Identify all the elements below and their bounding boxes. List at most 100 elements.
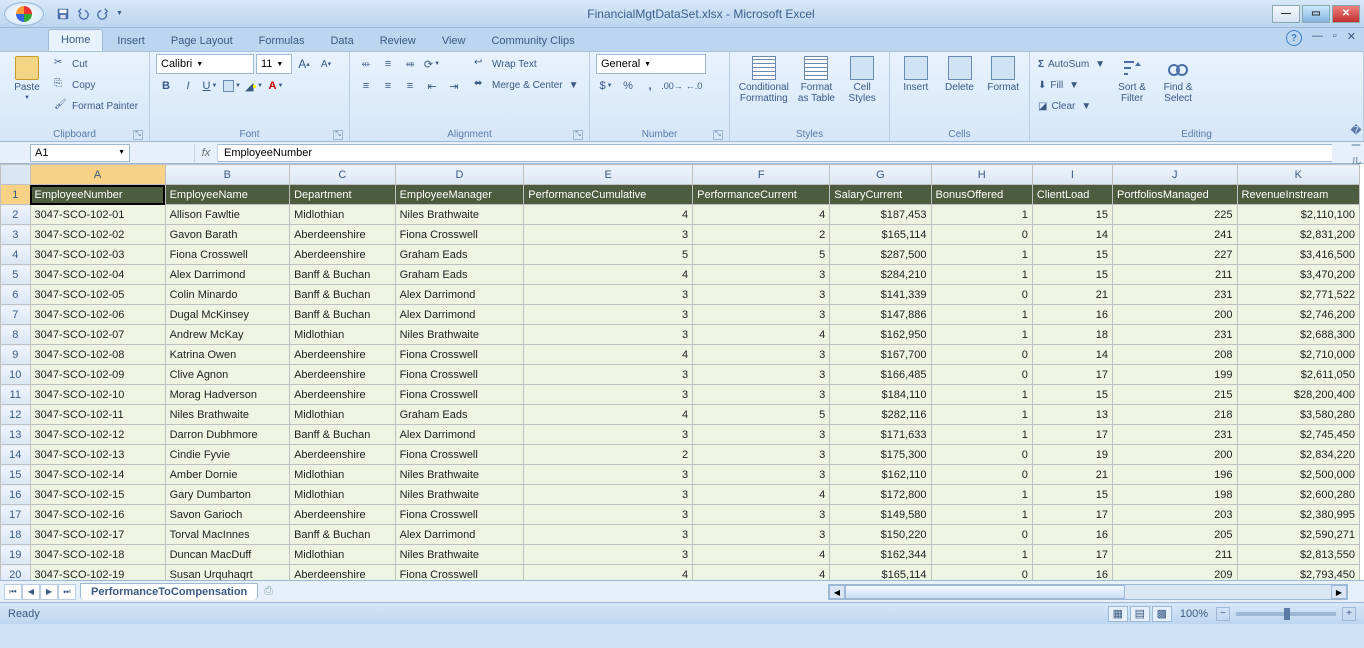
cell-H5[interactable]: 1 [931, 265, 1032, 285]
decrease-decimal-button[interactable]: ←.0 [684, 76, 704, 96]
cell-C20[interactable]: Aberdeenshire [290, 565, 396, 581]
row-header-3[interactable]: 3 [1, 225, 31, 245]
cell-I2[interactable]: 15 [1032, 205, 1112, 225]
view-layout-button[interactable]: ▤ [1130, 606, 1150, 622]
select-all-corner[interactable] [1, 165, 31, 185]
cell-G9[interactable]: $167,700 [830, 345, 931, 365]
cell-K5[interactable]: $3,470,200 [1237, 265, 1359, 285]
cell-H7[interactable]: 1 [931, 305, 1032, 325]
cell-B20[interactable]: Susan Urquhaqrt [165, 565, 290, 581]
tab-formulas[interactable]: Formulas [247, 31, 317, 51]
cell-E20[interactable]: 4 [524, 565, 693, 581]
cell-E1[interactable]: PerformanceCumulative [524, 185, 693, 205]
cell-A14[interactable]: 3047-SCO-102-13 [30, 445, 165, 465]
cell-H12[interactable]: 1 [931, 405, 1032, 425]
border-button[interactable]: ▼ [222, 76, 242, 96]
cell-K14[interactable]: $2,834,220 [1237, 445, 1359, 465]
cell-I9[interactable]: 14 [1032, 345, 1112, 365]
grow-font-button[interactable]: A▴ [294, 54, 314, 74]
cell-H17[interactable]: 1 [931, 505, 1032, 525]
cell-B1[interactable]: EmployeeName [165, 185, 290, 205]
cell-H9[interactable]: 0 [931, 345, 1032, 365]
cell-A11[interactable]: 3047-SCO-102-10 [30, 385, 165, 405]
cell-A12[interactable]: 3047-SCO-102-11 [30, 405, 165, 425]
maximize-button[interactable]: ▭ [1302, 5, 1330, 23]
cell-J14[interactable]: 200 [1113, 445, 1238, 465]
cell-A7[interactable]: 3047-SCO-102-06 [30, 305, 165, 325]
cell-I19[interactable]: 17 [1032, 545, 1112, 565]
fx-icon[interactable]: fx [194, 144, 218, 162]
cell-I20[interactable]: 16 [1032, 565, 1112, 581]
cell-J1[interactable]: PortfoliosManaged [1113, 185, 1238, 205]
row-header-1[interactable]: 1 [1, 185, 31, 205]
col-header-J[interactable]: J [1113, 165, 1238, 185]
cell-I6[interactable]: 21 [1032, 285, 1112, 305]
cell-J2[interactable]: 225 [1113, 205, 1238, 225]
cell-H3[interactable]: 0 [931, 225, 1032, 245]
cell-I11[interactable]: 15 [1032, 385, 1112, 405]
cell-D16[interactable]: Niles Brathwaite [395, 485, 524, 505]
cell-K20[interactable]: $2,793,450 [1237, 565, 1359, 581]
cell-J12[interactable]: 218 [1113, 405, 1238, 425]
mdi-restore-icon[interactable]: ▫ [1333, 30, 1337, 46]
cell-G2[interactable]: $187,453 [830, 205, 931, 225]
cell-A6[interactable]: 3047-SCO-102-05 [30, 285, 165, 305]
cell-C11[interactable]: Aberdeenshire [290, 385, 396, 405]
cell-B5[interactable]: Alex Darrimond [165, 265, 290, 285]
tab-home[interactable]: Home [48, 29, 103, 51]
cell-H1[interactable]: BonusOffered [931, 185, 1032, 205]
autosum-button[interactable]: ΣAutoSum▼ [1036, 54, 1107, 74]
col-header-E[interactable]: E [524, 165, 693, 185]
align-left-button[interactable]: ≡ [356, 76, 376, 96]
decrease-indent-button[interactable]: ⇤ [422, 76, 442, 96]
cell-D18[interactable]: Alex Darrimond [395, 525, 524, 545]
name-box[interactable]: A1▼ [30, 144, 130, 162]
cell-I8[interactable]: 18 [1032, 325, 1112, 345]
cell-G5[interactable]: $284,210 [830, 265, 931, 285]
cell-F7[interactable]: 3 [693, 305, 830, 325]
format-cells-button[interactable]: Format [983, 54, 1023, 93]
align-top-button[interactable]: ⬴ [356, 54, 376, 74]
cell-D19[interactable]: Niles Brathwaite [395, 545, 524, 565]
row-header-5[interactable]: 5 [1, 265, 31, 285]
spreadsheet-grid[interactable]: ABCDEFGHIJK1EmployeeNumberEmployeeNameDe… [0, 164, 1364, 580]
cell-F12[interactable]: 5 [693, 405, 830, 425]
cell-E3[interactable]: 3 [524, 225, 693, 245]
cell-D10[interactable]: Fiona Crosswell [395, 365, 524, 385]
cell-D17[interactable]: Fiona Crosswell [395, 505, 524, 525]
cell-I1[interactable]: ClientLoad [1032, 185, 1112, 205]
cell-E4[interactable]: 5 [524, 245, 693, 265]
cell-E2[interactable]: 4 [524, 205, 693, 225]
cut-button[interactable]: ✂Cut [52, 54, 140, 74]
cell-C16[interactable]: Midlothian [290, 485, 396, 505]
cell-J10[interactable]: 199 [1113, 365, 1238, 385]
mdi-close-icon[interactable]: ✕ [1347, 30, 1356, 46]
cell-I5[interactable]: 15 [1032, 265, 1112, 285]
clear-button[interactable]: ◪Clear▼ [1036, 96, 1107, 116]
cell-F16[interactable]: 4 [693, 485, 830, 505]
cell-C14[interactable]: Aberdeenshire [290, 445, 396, 465]
format-painter-button[interactable]: 🖌Format Painter [52, 96, 140, 116]
cell-C5[interactable]: Banff & Buchan [290, 265, 396, 285]
mdi-minimize-icon[interactable]: ― [1312, 30, 1323, 46]
tab-page-layout[interactable]: Page Layout [159, 31, 245, 51]
cell-H20[interactable]: 0 [931, 565, 1032, 581]
increase-indent-button[interactable]: ⇥ [444, 76, 464, 96]
cell-F11[interactable]: 3 [693, 385, 830, 405]
cell-F4[interactable]: 5 [693, 245, 830, 265]
cell-B15[interactable]: Amber Dornie [165, 465, 290, 485]
cell-A9[interactable]: 3047-SCO-102-08 [30, 345, 165, 365]
cell-J19[interactable]: 211 [1113, 545, 1238, 565]
number-format-combo[interactable]: General▼ [596, 54, 706, 74]
cell-G7[interactable]: $147,886 [830, 305, 931, 325]
cell-C13[interactable]: Banff & Buchan [290, 425, 396, 445]
cell-J6[interactable]: 231 [1113, 285, 1238, 305]
cell-B18[interactable]: Torval MacInnes [165, 525, 290, 545]
cell-D7[interactable]: Alex Darrimond [395, 305, 524, 325]
cell-D8[interactable]: Niles Brathwaite [395, 325, 524, 345]
cell-J20[interactable]: 209 [1113, 565, 1238, 581]
accounting-format-button[interactable]: $▼ [596, 76, 616, 96]
cell-F3[interactable]: 2 [693, 225, 830, 245]
cell-I10[interactable]: 17 [1032, 365, 1112, 385]
cell-E9[interactable]: 4 [524, 345, 693, 365]
